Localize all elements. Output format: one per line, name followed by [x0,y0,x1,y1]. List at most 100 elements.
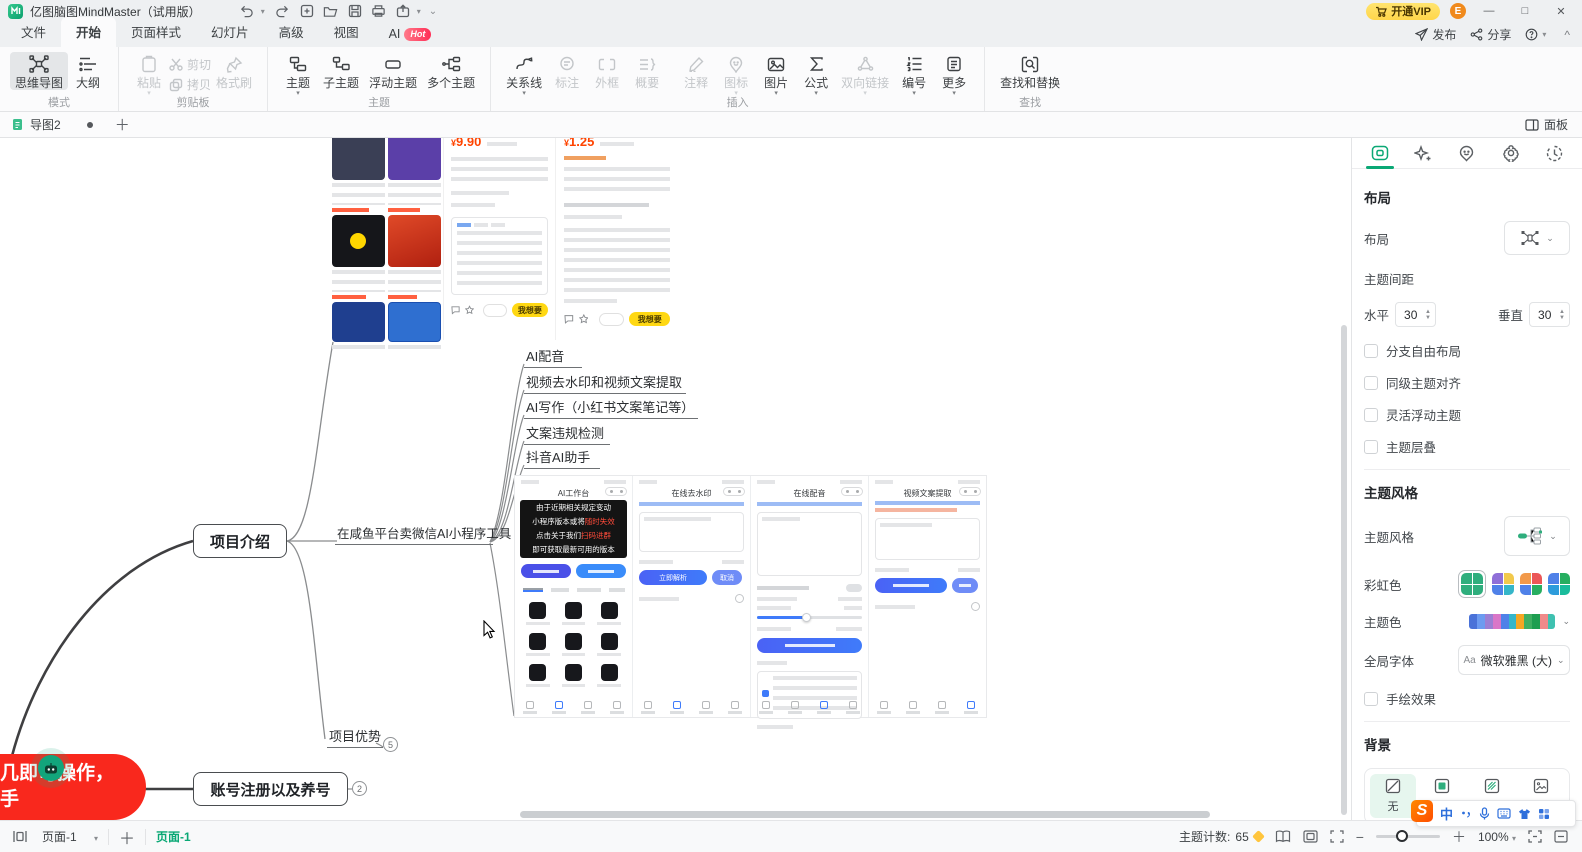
menu-view[interactable]: 视图 [319,17,374,47]
minimize-button[interactable]: — [1476,2,1502,20]
menu-ai[interactable]: AI Hot [374,22,447,47]
publish-button[interactable]: 发布 [1415,26,1456,43]
maximize-button[interactable]: □ [1512,2,1538,20]
cut-button: 剪切 [169,56,211,73]
help-button[interactable]: ▾ [1525,28,1550,41]
subtopic-watermark[interactable]: 视频去水印和视频文案提取 [524,372,686,394]
close-button[interactable]: ✕ [1548,2,1574,20]
customize-toolbar-icon[interactable]: ⌄ [429,6,437,17]
add-document-tab-button[interactable]: ＋ [115,114,130,135]
zoom-out-button[interactable]: − [1356,829,1364,845]
topic-advantage[interactable]: 项目优势 [327,726,383,748]
export-caret-icon[interactable]: ▾ [417,7,425,16]
zoom-slider-knob[interactable] [1396,830,1408,842]
checkbox-icon [1364,408,1378,422]
ime-mic-icon[interactable] [1479,807,1490,820]
checkbox-hand-drawn[interactable]: 手绘效果 [1364,689,1570,708]
layout-dropdown[interactable]: ⌄ [1504,221,1570,255]
ime-punctuation-icon[interactable] [1460,808,1472,820]
menu-advanced[interactable]: 高级 [264,17,319,47]
topic-project-intro[interactable]: 项目介绍 [193,524,287,558]
more-insert-button[interactable]: 更多 ▾ [934,52,974,97]
ime-toolbox-icon[interactable] [1538,808,1550,820]
central-topic[interactable]: 几即可操作， 手 [0,754,146,820]
document-tab[interactable]: 导图2 [0,112,73,137]
menu-page-style[interactable]: 页面样式 [116,17,196,47]
rainbow-swatch-3[interactable] [1520,573,1542,595]
central-topic-line2: 手 [0,787,146,813]
add-page-button[interactable]: ＋ [119,825,135,849]
page-panel-icon[interactable] [12,830,28,843]
formula-button[interactable]: 公式 ▾ [796,52,836,97]
topic-account[interactable]: 账号注册以及养号 [193,772,348,806]
panel-toggle-button[interactable]: 面板 [1525,116,1582,133]
zoom-level[interactable]: 100% ▾ [1478,830,1516,844]
pages-overview-icon[interactable] [1275,830,1291,843]
panel-tabs [1352,138,1582,169]
tab-theme-library[interactable] [1494,138,1528,169]
vertical-spacing-stepper[interactable]: 30 ▲▼ [1529,302,1570,327]
mindmap-mode-button[interactable]: 思维导图 [10,52,68,90]
topic-platform[interactable]: 在咸鱼平台卖微信AI小程序工具 [335,523,493,545]
subtopic-douyin-ai[interactable]: 抖音AI助手 [524,447,600,469]
menu-home[interactable]: 开始 [61,17,116,47]
statusbar: 页面-1 ▾ ＋ 页面-1 主题计数: 65 − ＋ 100% ▾ [0,820,1582,852]
rainbow-swatch-2[interactable] [1492,573,1514,595]
global-font-dropdown[interactable]: Aa 微软雅黑 (大) ⌄ [1458,645,1570,675]
user-avatar[interactable]: E [1450,3,1466,19]
subtopic-ai-writing[interactable]: AI写作（小红书文案笔记等） [524,397,698,419]
menu-file[interactable]: 文件 [6,17,61,47]
undo-caret-icon[interactable]: ▾ [261,7,269,16]
tab-marks[interactable] [1450,138,1484,169]
share-button[interactable]: 分享 [1470,26,1511,43]
checkbox-flexible-floating[interactable]: 灵活浮动主题 [1364,405,1570,424]
subtopic-compliance[interactable]: 文案违规检测 [524,423,610,445]
menu-slides[interactable]: 幻灯片 [196,17,264,47]
tab-layout[interactable] [1363,138,1397,169]
zoom-in-button[interactable]: ＋ [1452,827,1466,847]
paste-icon [141,52,157,76]
relationship-button[interactable]: 关系线 ▾ [501,52,547,97]
multiple-topics-button[interactable]: 多个主题 [422,52,480,90]
outline-mode-button[interactable]: 大纲 [68,52,108,90]
checkbox-topic-overlap[interactable]: 主题层叠 [1364,437,1570,456]
tab-history[interactable] [1537,138,1571,169]
bg-none-option[interactable]: 无 [1370,774,1416,818]
collapse-ribbon-icon[interactable]: ^ [1564,28,1570,42]
vip-button[interactable]: 开通VIP [1366,3,1440,20]
export-icon[interactable] [393,2,413,20]
summary-icon [638,52,656,76]
rainbow-swatch-4[interactable] [1548,573,1570,595]
theme-color-dropdown[interactable]: ⌄ [1469,614,1570,629]
ime-language-toggle[interactable]: 中 [1440,804,1453,823]
topic-button[interactable]: 主题 ▾ [278,52,318,97]
vertical-scrollbar[interactable] [1341,325,1347,815]
picture-button[interactable]: 图片 ▾ [756,52,796,97]
star-icon [465,305,474,315]
ime-keyboard-icon[interactable] [1497,808,1511,819]
ime-skin-icon[interactable] [1518,808,1531,820]
subtopic-button[interactable]: 子主题 [318,52,364,90]
fit-screen-icon[interactable] [1330,830,1344,843]
ai-assistant-button[interactable] [38,755,64,781]
subtopic-ai-dubbing[interactable]: AI配音 [524,346,582,368]
find-replace-button[interactable]: 查找和替换 [995,52,1065,90]
sogou-logo-icon[interactable]: S [1411,800,1433,822]
numbering-button[interactable]: 编号 ▾ [894,52,934,97]
theme-style-dropdown[interactable]: ⌄ [1504,516,1570,556]
fullscreen-icon[interactable] [1528,830,1542,843]
horizontal-spacing-stepper[interactable]: 30 ▲▼ [1395,302,1436,327]
page-tab-active[interactable]: 页面-1 [156,828,191,845]
checkbox-free-layout[interactable]: 分支自由布局 [1364,341,1570,360]
page-selector[interactable]: 页面-1 ▾ [42,828,98,845]
collapse-statusbar-icon[interactable] [1554,830,1568,843]
paper-plane-icon [1415,28,1428,41]
zoom-slider[interactable] [1376,835,1440,838]
fit-page-icon[interactable] [1303,830,1318,843]
tab-ai-beautify[interactable] [1406,138,1440,169]
mindmap-canvas[interactable]: ¥9.90 我想要 ¥1 [0,138,1352,820]
rainbow-swatch-1-selected[interactable] [1458,570,1486,598]
horizontal-scrollbar[interactable] [520,811,1210,818]
floating-topic-button[interactable]: 浮动主题 [364,52,422,90]
checkbox-align-siblings[interactable]: 同级主题对齐 [1364,373,1570,392]
